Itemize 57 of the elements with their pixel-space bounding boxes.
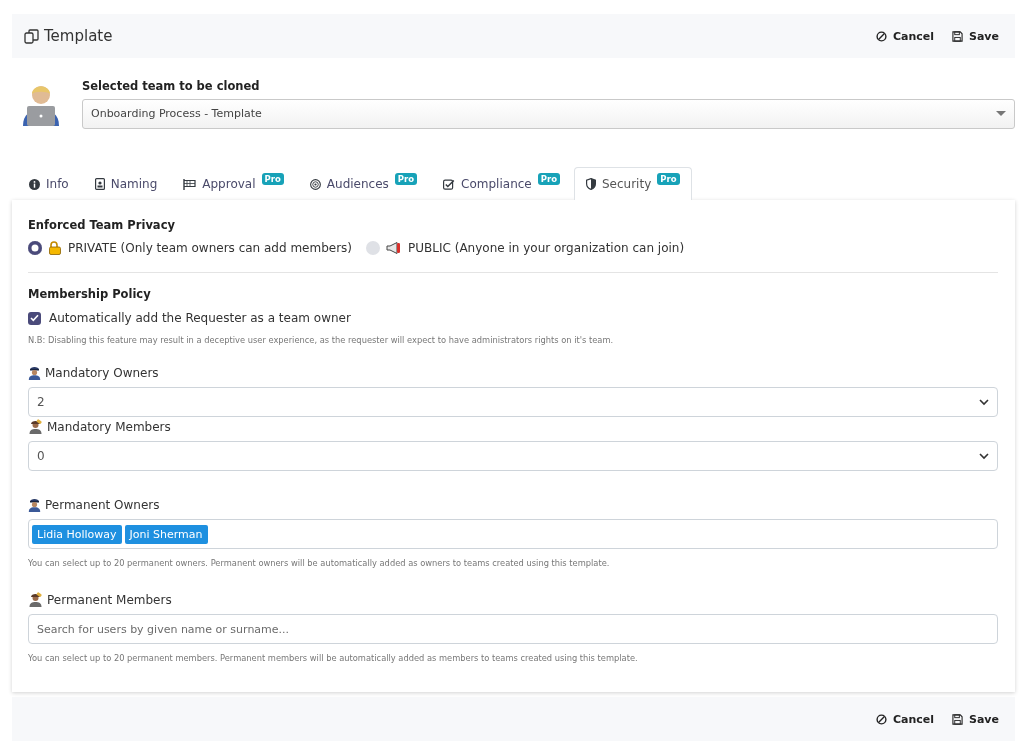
- info-icon: [29, 178, 40, 190]
- pro-badge: Pro: [261, 173, 284, 185]
- tab[interactable]: Naming: [82, 167, 170, 200]
- tab[interactable]: Approval Pro: [171, 167, 296, 200]
- field-label: Mandatory Members: [47, 419, 171, 434]
- tab[interactable]: Compliance Pro: [431, 167, 572, 200]
- chevron-down-icon: [979, 398, 989, 406]
- save-icon: [952, 30, 963, 42]
- radio-button[interactable]: [28, 241, 42, 255]
- shield-icon: [586, 178, 596, 190]
- cancel-icon: [875, 30, 887, 42]
- field-label: Mandatory Owners: [45, 365, 159, 380]
- copy-icon: [24, 28, 39, 44]
- help-text: You can select up to 20 permanent members. Permanent members will be automatically added as members to teams created using this template.: [28, 653, 639, 663]
- note-text: N.B: Disabling this feature may result in a deceptive user experience, as the requester will expect to have administrators rights on it's team.: [28, 335, 615, 345]
- person-tag: Joni Sherman: [124, 524, 208, 544]
- person-tag: Lidia Holloway: [32, 524, 122, 544]
- checkbox-icon: [443, 178, 456, 190]
- worker-icon: [28, 592, 43, 607]
- radio-button[interactable]: [366, 241, 381, 255]
- pro-badge: Pro: [657, 173, 680, 185]
- pro-badge: Pro: [394, 173, 418, 185]
- officer-icon: [28, 497, 41, 512]
- caret-icon: [996, 111, 1006, 116]
- number-select[interactable]: 2: [28, 387, 998, 417]
- flag-icon: [183, 178, 197, 190]
- tab[interactable]: Info: [17, 167, 81, 200]
- worker-icon: [28, 419, 43, 434]
- chevron-down-icon: [979, 452, 989, 460]
- megaphone-icon: [386, 242, 403, 254]
- radio-label: PRIVATE (Only team owners can add members): [68, 241, 353, 255]
- lock-icon: [48, 241, 62, 255]
- officer-icon: [28, 365, 41, 380]
- save-button[interactable]: Save: [952, 27, 999, 45]
- tab[interactable]: Security Pro: [574, 167, 692, 200]
- help-text: You can select up to 20 permanent owners. Permanent owners will be automatically added as owners to teams created using this template.: [28, 558, 611, 568]
- save-icon: [952, 713, 963, 725]
- team-label: Selected team to be cloned: [82, 78, 261, 93]
- team-select[interactable]: Onboarding Process - Template: [82, 98, 1015, 129]
- radio-label: PUBLIC (Anyone in your organization can join): [408, 241, 685, 255]
- page-title: Template: [44, 27, 113, 45]
- tab[interactable]: Audiences Pro: [297, 167, 430, 200]
- checkbox-label: Automatically add the Requester as a team owner: [49, 311, 351, 325]
- cancel-button[interactable]: Cancel: [875, 27, 934, 45]
- section-heading: Enforced Team Privacy: [28, 218, 176, 232]
- target-icon: [309, 178, 321, 190]
- field-label: Permanent Members: [47, 592, 172, 607]
- id-badge-icon: [94, 178, 105, 190]
- section-heading: Membership Policy: [28, 287, 152, 301]
- checkbox[interactable]: [28, 311, 41, 325]
- number-select[interactable]: 0: [28, 441, 998, 471]
- cancel-icon: [875, 713, 887, 725]
- field-label: Permanent Owners: [45, 497, 160, 512]
- search-field[interactable]: Search for users by given name or surname...: [28, 614, 998, 644]
- save-button[interactable]: Save: [952, 710, 999, 728]
- pro-badge: Pro: [537, 173, 560, 185]
- cancel-button[interactable]: Cancel: [875, 710, 934, 728]
